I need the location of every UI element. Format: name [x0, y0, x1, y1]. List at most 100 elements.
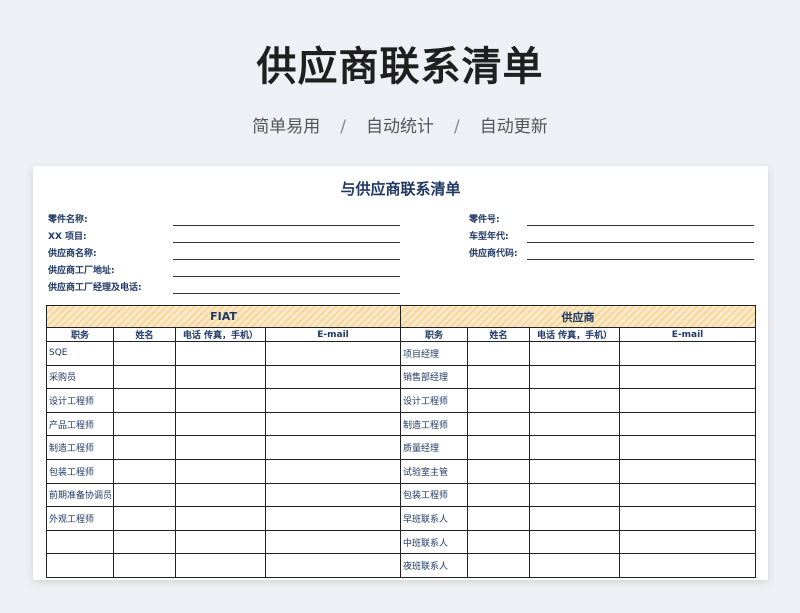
supplier-email-cell[interactable]: [619, 364, 757, 390]
fiat-phone-cell[interactable]: [175, 435, 266, 460]
field-line-part-number[interactable]: [527, 225, 754, 226]
field-label-factory-manager: 供应商工厂经理及电话:: [48, 283, 142, 293]
supplier-email-cell[interactable]: [619, 458, 757, 484]
fiat-email-cell[interactable]: [264, 529, 402, 555]
fiat-name-cell[interactable]: [113, 506, 176, 531]
supplier-phone-cell[interactable]: [529, 388, 621, 413]
fiat-email-cell[interactable]: [264, 388, 402, 413]
supplier-role-cell: 包装工程师: [400, 482, 469, 508]
field-label-factory-address: 供应商工厂地址:: [48, 266, 115, 276]
group-header-row: FIAT 供应商: [45, 305, 757, 328]
supplier-email-cell[interactable]: [619, 341, 757, 366]
column-header-name: 姓名: [467, 327, 531, 342]
fiat-phone-cell[interactable]: [175, 529, 266, 555]
table-row: 中班联系人: [46, 529, 757, 555]
fiat-phone-cell[interactable]: [175, 506, 266, 531]
supplier-name-cell[interactable]: [467, 364, 531, 390]
supplier-phone-cell[interactable]: [529, 553, 621, 578]
supplier-name-cell[interactable]: [467, 435, 531, 460]
field-line-supplier-name[interactable]: [173, 259, 400, 260]
fiat-name-cell[interactable]: [113, 341, 176, 366]
group-header-fiat: FIAT: [45, 305, 402, 328]
fiat-email-cell[interactable]: [264, 458, 402, 484]
supplier-phone-cell[interactable]: [529, 341, 621, 366]
supplier-email-cell[interactable]: [619, 553, 757, 578]
fiat-name-cell[interactable]: [113, 388, 176, 413]
supplier-name-cell[interactable]: [467, 341, 531, 366]
supplier-name-cell[interactable]: [467, 506, 531, 531]
fiat-name-cell[interactable]: [113, 458, 176, 484]
fiat-phone-cell[interactable]: [175, 458, 266, 484]
fiat-phone-cell[interactable]: [175, 364, 266, 390]
supplier-role-cell: 质量经理: [400, 435, 469, 460]
fiat-role-cell: 设计工程师: [46, 388, 114, 413]
table-row: SQE 项目经理: [46, 341, 757, 366]
supplier-phone-cell[interactable]: [529, 364, 621, 390]
fiat-email-cell[interactable]: [264, 411, 402, 437]
supplier-name-cell[interactable]: [467, 553, 531, 578]
fiat-role-cell: 产品工程师: [46, 411, 114, 437]
fiat-email-cell[interactable]: [264, 553, 402, 578]
supplier-phone-cell[interactable]: [529, 529, 621, 555]
fiat-phone-cell[interactable]: [175, 411, 266, 437]
supplier-email-cell[interactable]: [619, 529, 757, 555]
column-header-row: 职务 姓名 电话 传真，手机） E-mail 职务 姓名 电话 传真，手机） E…: [46, 327, 757, 342]
contact-table: FIAT 供应商 职务 姓名 电话 传真，手机） E-mail 职务 姓名 电话…: [45, 305, 757, 578]
fiat-name-cell[interactable]: [113, 529, 176, 555]
table-row: 制造工程师 质量经理: [46, 435, 757, 460]
supplier-email-cell[interactable]: [619, 388, 757, 413]
supplier-email-cell[interactable]: [619, 411, 757, 437]
supplier-role-cell: 销售部经理: [400, 364, 469, 390]
column-header-role: 职务: [400, 327, 469, 342]
table-row: 夜班联系人: [46, 553, 757, 578]
fiat-name-cell[interactable]: [113, 364, 176, 390]
table-row: 产品工程师 制造工程师: [46, 411, 757, 437]
fiat-phone-cell[interactable]: [175, 388, 266, 413]
fiat-email-cell[interactable]: [264, 341, 402, 366]
field-line-project[interactable]: [173, 242, 400, 243]
feature-tags: 简单易用 / 自动统计 / 自动更新: [0, 112, 800, 137]
supplier-phone-cell[interactable]: [529, 482, 621, 508]
supplier-email-cell[interactable]: [619, 482, 757, 508]
field-line-model-year[interactable]: [527, 242, 754, 243]
fiat-name-cell[interactable]: [113, 435, 176, 460]
fiat-name-cell[interactable]: [113, 411, 176, 437]
field-line-part-name[interactable]: [173, 225, 400, 226]
supplier-name-cell[interactable]: [467, 529, 531, 555]
column-header-phone: 电话 传真，手机）: [529, 327, 621, 342]
fiat-role-cell: [46, 553, 114, 578]
table-row: 设计工程师 设计工程师: [46, 388, 757, 413]
fiat-phone-cell[interactable]: [175, 482, 266, 508]
fiat-name-cell[interactable]: [113, 553, 176, 578]
fiat-role-cell: 包装工程师: [46, 458, 114, 484]
fiat-email-cell[interactable]: [264, 506, 402, 531]
supplier-phone-cell[interactable]: [529, 411, 621, 437]
page-title: 供应商联系清单: [256, 44, 544, 90]
supplier-phone-cell[interactable]: [529, 506, 621, 531]
field-line-factory-address[interactable]: [173, 276, 400, 277]
fiat-email-cell[interactable]: [264, 364, 402, 390]
fiat-name-cell[interactable]: [113, 482, 176, 508]
field-line-supplier-code[interactable]: [527, 259, 754, 260]
supplier-role-cell: 项目经理: [400, 341, 469, 366]
supplier-role-cell: 早班联系人: [400, 506, 469, 531]
supplier-role-cell: 夜班联系人: [400, 553, 469, 578]
supplier-name-cell[interactable]: [467, 388, 531, 413]
field-label-supplier-code: 供应商代码:: [469, 249, 518, 259]
fiat-phone-cell[interactable]: [175, 341, 266, 366]
supplier-name-cell[interactable]: [467, 458, 531, 484]
supplier-name-cell[interactable]: [467, 411, 531, 437]
field-line-factory-manager[interactable]: [173, 293, 400, 294]
supplier-name-cell[interactable]: [467, 482, 531, 508]
fiat-phone-cell[interactable]: [175, 553, 266, 578]
column-header-email: E-mail: [619, 327, 757, 342]
supplier-email-cell[interactable]: [619, 506, 757, 531]
fiat-role-cell: 采购员: [46, 364, 114, 390]
supplier-email-cell[interactable]: [619, 435, 757, 460]
column-header-role: 职务: [46, 327, 114, 342]
supplier-phone-cell[interactable]: [529, 458, 621, 484]
sheet-title: 与供应商联系清单: [340, 180, 461, 198]
fiat-email-cell[interactable]: [264, 435, 402, 460]
fiat-email-cell[interactable]: [264, 482, 402, 508]
supplier-phone-cell[interactable]: [529, 435, 621, 460]
